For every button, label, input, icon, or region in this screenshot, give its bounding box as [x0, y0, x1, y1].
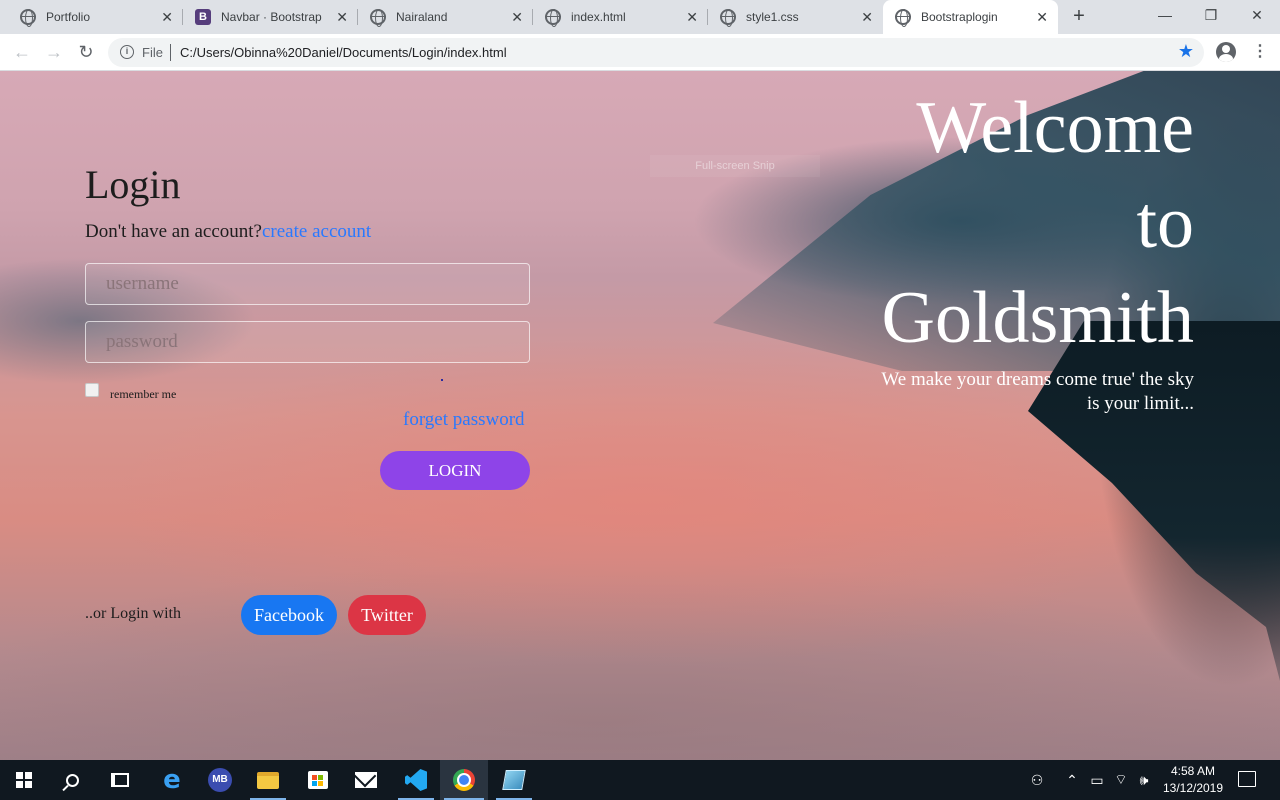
- taskbar-snipping-tool[interactable]: [490, 760, 538, 800]
- task-view-button[interactable]: [96, 760, 144, 800]
- browser-toolbar: ← → ↻ i File C:/Users/Obinna%20Daniel/Do…: [0, 34, 1280, 71]
- facebook-login-button[interactable]: Facebook: [241, 595, 337, 635]
- globe-icon: [720, 9, 736, 27]
- tab-title: Bootstraplogin: [921, 10, 998, 24]
- start-button[interactable]: [0, 760, 48, 800]
- vscode-icon: [405, 769, 427, 791]
- folder-icon: [257, 771, 279, 789]
- task-view-icon: [111, 773, 129, 787]
- close-icon[interactable]: ✕: [511, 9, 523, 25]
- people-icon[interactable]: ⚇: [1026, 760, 1048, 800]
- hero-tagline: We make your dreams come true' the sky i…: [881, 369, 1194, 414]
- tab-index-html[interactable]: index.html ✕: [533, 0, 708, 34]
- forward-button[interactable]: →: [42, 40, 66, 64]
- account-prompt-text: Don't have an account?: [85, 221, 262, 242]
- close-icon[interactable]: ✕: [1036, 9, 1048, 25]
- window-close-button[interactable]: ✕: [1234, 0, 1280, 30]
- minimize-button[interactable]: —: [1142, 0, 1188, 30]
- taskbar-store[interactable]: [294, 760, 342, 800]
- store-icon: [308, 771, 328, 789]
- hero-line-goldsmith: Goldsmith: [881, 277, 1194, 359]
- close-icon[interactable]: ✕: [686, 9, 698, 25]
- hero-line-to: to: [1136, 182, 1194, 264]
- taskbar-mail[interactable]: [342, 760, 390, 800]
- tab-style1-css[interactable]: style1.css ✕: [708, 0, 883, 34]
- profile-avatar-icon[interactable]: [1216, 42, 1236, 62]
- login-title: Login: [85, 162, 181, 207]
- taskbar-file-explorer[interactable]: [244, 760, 292, 800]
- battery-icon[interactable]: ▭: [1087, 760, 1107, 800]
- tab-bootstraplogin[interactable]: Bootstraplogin ✕: [883, 0, 1058, 34]
- tab-title: Portfolio: [46, 10, 91, 24]
- tab-title: index.html: [571, 10, 626, 24]
- twitter-login-button[interactable]: Twitter: [348, 595, 426, 635]
- clock-date: 13/12/2019: [1162, 781, 1224, 795]
- menu-icon[interactable]: ⋮: [1252, 40, 1268, 64]
- volume-icon[interactable]: 🕪: [1134, 760, 1154, 800]
- bootstrap-icon: B: [195, 9, 211, 25]
- hero-heading: Welcome to Goldsmith: [882, 81, 1194, 366]
- login-button[interactable]: LOGIN: [380, 451, 530, 490]
- windows-logo-icon: [16, 772, 32, 788]
- close-icon[interactable]: ✕: [161, 9, 173, 25]
- address-bar[interactable]: i File C:/Users/Obinna%20Daniel/Document…: [108, 38, 1204, 67]
- tab-nairaland[interactable]: Nairaland ✕: [358, 0, 533, 34]
- close-icon[interactable]: ✕: [336, 9, 348, 25]
- tab-portfolio[interactable]: Portfolio ✕: [0, 0, 183, 34]
- malwarebytes-icon: MB: [208, 768, 232, 792]
- taskbar-search-button[interactable]: [48, 760, 96, 800]
- url-text[interactable]: C:/Users/Obinna%20Daniel/Documents/Login…: [180, 45, 507, 60]
- reload-button[interactable]: ↻: [74, 40, 98, 64]
- star-icon[interactable]: ★: [1178, 41, 1194, 62]
- taskbar-edge[interactable]: e: [148, 760, 196, 800]
- close-icon[interactable]: ✕: [861, 9, 873, 25]
- taskbar-vscode[interactable]: [392, 760, 440, 800]
- snipping-tool-icon: [502, 770, 526, 790]
- username-input[interactable]: [85, 263, 530, 305]
- clock[interactable]: 4:58 AM 13/12/2019: [1158, 763, 1228, 797]
- tab-navbar-bootstrap[interactable]: B Navbar · Bootstrap ✕: [183, 0, 358, 34]
- edge-icon: e: [163, 765, 181, 795]
- clock-time: 4:58 AM: [1170, 764, 1216, 778]
- scheme-label: File: [142, 45, 163, 60]
- globe-icon: [545, 9, 561, 27]
- tab-title: Nairaland: [396, 10, 448, 24]
- forget-password-link[interactable]: forget password: [403, 409, 525, 431]
- taskbar-chrome[interactable]: [440, 760, 488, 800]
- page-viewport: Full-screen Snip Login Don't have an acc…: [0, 71, 1280, 760]
- chrome-icon: [453, 769, 475, 791]
- globe-icon: [895, 9, 911, 27]
- password-input[interactable]: [85, 321, 530, 363]
- info-icon[interactable]: i: [120, 45, 134, 59]
- remember-me-checkbox[interactable]: [85, 383, 99, 397]
- chevron-up-icon[interactable]: ⌃: [1062, 760, 1082, 800]
- globe-icon: [20, 9, 36, 27]
- mail-icon: [355, 772, 377, 788]
- hero-line-welcome: Welcome: [916, 87, 1194, 169]
- wifi-icon[interactable]: ⌔: [1111, 760, 1131, 800]
- taskbar: e MB ⚇ ⌃ ▭ ⌔ 🕪 4:58 AM 13/12/2019: [0, 760, 1280, 800]
- new-tab-button[interactable]: +: [1068, 5, 1090, 27]
- tab-title: Navbar · Bootstrap: [221, 10, 322, 24]
- tab-title: style1.css: [746, 10, 799, 24]
- restore-button[interactable]: ❐: [1188, 0, 1234, 30]
- account-prompt: Don't have an account?create account: [85, 221, 371, 243]
- notification-icon[interactable]: [1238, 771, 1256, 787]
- or-login-with-label: ..or Login with: [85, 605, 181, 622]
- remember-me-label: remember me: [110, 387, 177, 401]
- create-account-link[interactable]: create account: [262, 221, 371, 242]
- snip-overlay-hint: Full-screen Snip: [650, 155, 820, 177]
- search-icon: [65, 773, 79, 787]
- taskbar-malwarebytes[interactable]: MB: [196, 760, 244, 800]
- tab-strip: Portfolio ✕ B Navbar · Bootstrap ✕ Naira…: [0, 0, 1280, 34]
- globe-icon: [370, 9, 386, 27]
- back-button[interactable]: ←: [10, 40, 34, 64]
